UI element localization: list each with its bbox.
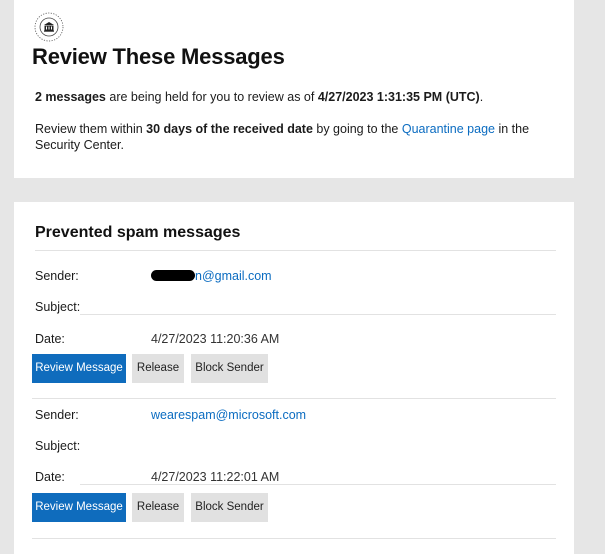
held-summary: 2 messages are being held for you to rev…	[35, 90, 483, 104]
quarantine-page-link[interactable]: Quarantine page	[402, 122, 495, 136]
page-title: Review These Messages	[32, 44, 285, 69]
sender-email[interactable]: n@gmail.com	[151, 269, 272, 283]
summary-card: Review These Messages 2 messages are bei…	[14, 0, 574, 178]
review-instructions: Review them within 30 days of the receiv…	[35, 121, 565, 153]
instructions-middle: by going to the	[312, 122, 402, 136]
date-value: 4/27/2023 11:20:36 AM	[151, 332, 280, 346]
block-sender-button[interactable]: Block Sender	[191, 493, 268, 522]
block-sender-button[interactable]: Block Sender	[191, 354, 268, 383]
release-button[interactable]: Release	[132, 493, 184, 522]
date-label: Date:	[35, 332, 65, 346]
message-divider	[32, 398, 556, 399]
row-divider	[80, 314, 556, 315]
summary-period: .	[479, 90, 484, 104]
sender-email[interactable]: wearespam@microsoft.com	[151, 408, 306, 422]
subject-label: Subject:	[35, 439, 81, 453]
review-deadline: 30 days of the received date	[146, 122, 313, 136]
summary-text: are being held for you to review as of	[105, 90, 318, 104]
review-message-button[interactable]: Review Message	[32, 354, 126, 383]
date-value: 4/27/2023 11:22:01 AM	[151, 470, 280, 484]
row-divider	[80, 484, 556, 485]
spam-messages-card: Prevented spam messages Sender: n@gmail.…	[14, 202, 574, 554]
sender-label: Sender:	[35, 408, 79, 422]
message-count: 2 messages	[35, 90, 106, 104]
date-label: Date:	[35, 470, 65, 484]
message-divider	[32, 538, 556, 539]
university-seal-icon	[34, 12, 64, 42]
subject-label: Subject:	[35, 300, 81, 314]
review-message-button[interactable]: Review Message	[32, 493, 126, 522]
section-title: Prevented spam messages	[35, 224, 241, 241]
release-button[interactable]: Release	[132, 354, 184, 383]
instructions-prefix: Review them within	[35, 122, 147, 136]
summary-datetime: 4/27/2023 1:31:35 PM (UTC)	[317, 90, 480, 104]
sender-label: Sender:	[35, 269, 79, 283]
section-divider	[35, 250, 556, 251]
sender-email-text: n@gmail.com	[195, 269, 272, 283]
redaction-mark	[151, 270, 195, 281]
